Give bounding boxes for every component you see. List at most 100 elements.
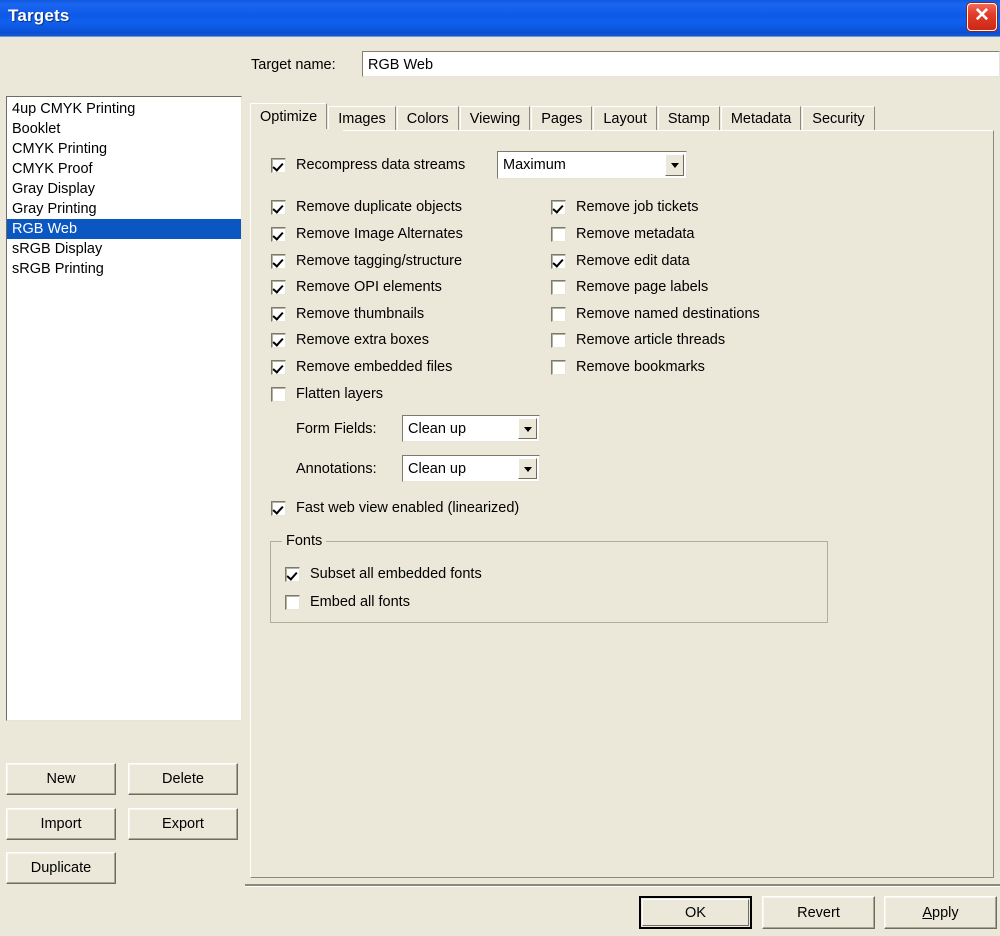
tab-layout[interactable]: Layout	[593, 106, 657, 132]
checkbox-icon[interactable]	[271, 253, 286, 269]
duplicate-button[interactable]: Duplicate	[6, 852, 116, 884]
checkbox-label: Flatten layers	[296, 386, 384, 402]
chevron-down-icon[interactable]	[518, 458, 537, 479]
checkbox-icon[interactable]	[551, 332, 566, 348]
checkbox-label: Subset all embedded fonts	[310, 566, 482, 582]
annotations-label: Annotations:	[296, 461, 377, 477]
checkbox-remove-edit-data[interactable]: Remove edit data	[551, 253, 690, 269]
checkbox-icon[interactable]	[271, 386, 286, 402]
recompress-level-value: Maximum	[503, 157, 566, 173]
checkbox-flatten-layers[interactable]: Flatten layers	[271, 386, 383, 402]
title-bar: Targets ✕	[0, 0, 1000, 37]
ok-button[interactable]: OK	[639, 896, 752, 929]
import-button[interactable]: Import	[6, 808, 116, 840]
checkbox-icon[interactable]	[551, 359, 566, 375]
close-button[interactable]: ✕	[967, 3, 997, 31]
checkbox-label: Remove named destinations	[576, 306, 760, 322]
checkbox-remove-opi-elements[interactable]: Remove OPI elements	[271, 279, 442, 295]
checkbox-label: Remove extra boxes	[296, 332, 429, 348]
checkbox-remove-article-threads[interactable]: Remove article threads	[551, 332, 725, 348]
revert-button[interactable]: Revert	[762, 896, 875, 929]
checkbox-icon[interactable]	[551, 279, 566, 295]
checkbox-remove-named-destinations[interactable]: Remove named destinations	[551, 306, 760, 322]
tab-strip: Optimize Images Colors Viewing Pages Lay…	[250, 103, 876, 132]
checkbox-icon[interactable]	[271, 306, 286, 322]
checkbox-remove-page-labels[interactable]: Remove page labels	[551, 279, 708, 295]
targets-dialog: Targets ✕ Target name: 4up CMYK Printing…	[0, 0, 1000, 936]
tab-metadata[interactable]: Metadata	[720, 106, 802, 132]
footer-separator	[245, 884, 1000, 887]
checkbox-label: Remove page labels	[576, 279, 709, 295]
checkbox-label: Embed all fonts	[310, 594, 410, 610]
tab-stamp[interactable]: Stamp	[657, 106, 720, 132]
export-button[interactable]: Export	[128, 808, 238, 840]
chevron-down-icon[interactable]	[665, 154, 684, 176]
checkbox-icon[interactable]	[271, 500, 286, 516]
tab-security[interactable]: Security	[802, 106, 875, 132]
checkbox-fast-web-view[interactable]: Fast web view enabled (linearized)	[271, 500, 519, 516]
form-fields-label: Form Fields:	[296, 421, 377, 437]
checkbox-label: Remove duplicate objects	[296, 199, 463, 215]
checkbox-recompress-data-streams[interactable]: Recompress data streams	[271, 157, 465, 173]
chevron-down-icon[interactable]	[518, 418, 537, 439]
checkbox-icon[interactable]	[285, 566, 300, 582]
form-fields-combo[interactable]: Clean up	[402, 415, 540, 442]
checkbox-icon[interactable]	[271, 332, 286, 348]
list-item[interactable]: CMYK Proof	[7, 159, 241, 179]
checkbox-label: Remove OPI elements	[296, 279, 442, 295]
checkbox-label: Remove edit data	[576, 253, 690, 269]
checkbox-remove-duplicate-objects[interactable]: Remove duplicate objects	[271, 199, 462, 215]
checkbox-label: Remove embedded files	[296, 359, 453, 375]
apply-button[interactable]: Apply	[884, 896, 997, 929]
target-name-input[interactable]	[362, 51, 1000, 77]
tab-optimize[interactable]: Optimize	[250, 103, 328, 132]
list-item[interactable]: Gray Display	[7, 179, 241, 199]
checkbox-remove-metadata[interactable]: Remove metadata	[551, 226, 694, 242]
list-item[interactable]: sRGB Display	[7, 239, 241, 259]
list-item[interactable]: sRGB Printing	[7, 259, 241, 279]
checkbox-icon[interactable]	[285, 594, 300, 610]
form-fields-value: Clean up	[408, 420, 467, 437]
apply-mnemonic: A	[922, 904, 933, 921]
checkbox-icon[interactable]	[271, 199, 286, 215]
target-name-label: Target name:	[251, 57, 336, 73]
checkbox-icon[interactable]	[551, 253, 566, 269]
tab-viewing[interactable]: Viewing	[459, 106, 531, 132]
checkbox-icon[interactable]	[271, 226, 286, 242]
target-list[interactable]: 4up CMYK Printing Booklet CMYK Printing …	[6, 96, 242, 721]
checkbox-remove-thumbnails[interactable]: Remove thumbnails	[271, 306, 424, 322]
list-item[interactable]: 4up CMYK Printing	[7, 99, 241, 119]
checkbox-subset-all-embedded-fonts[interactable]: Subset all embedded fonts	[285, 566, 482, 582]
checkbox-icon[interactable]	[551, 199, 566, 215]
checkbox-remove-extra-boxes[interactable]: Remove extra boxes	[271, 332, 429, 348]
checkbox-remove-image-alternates[interactable]: Remove Image Alternates	[271, 226, 463, 242]
checkbox-icon[interactable]	[551, 226, 566, 242]
list-item[interactable]: Gray Printing	[7, 199, 241, 219]
list-item[interactable]: CMYK Printing	[7, 139, 241, 159]
delete-button[interactable]: Delete	[128, 763, 238, 795]
list-item-selected[interactable]: RGB Web	[7, 219, 241, 239]
apply-label-rest: pply	[932, 904, 959, 921]
checkbox-icon[interactable]	[271, 359, 286, 375]
checkbox-remove-embedded-files[interactable]: Remove embedded files	[271, 359, 452, 375]
checkbox-icon[interactable]	[551, 306, 566, 322]
checkbox-label: Remove tagging/structure	[296, 253, 463, 269]
checkbox-remove-job-tickets[interactable]: Remove job tickets	[551, 199, 699, 215]
checkbox-label: Remove job tickets	[576, 199, 699, 215]
checkbox-icon[interactable]	[271, 157, 286, 173]
checkbox-remove-tagging-structure[interactable]: Remove tagging/structure	[271, 253, 462, 269]
annotations-value: Clean up	[408, 460, 467, 477]
window-title: Targets	[8, 6, 70, 25]
checkbox-icon[interactable]	[271, 279, 286, 295]
checkbox-remove-bookmarks[interactable]: Remove bookmarks	[551, 359, 705, 375]
ok-button-label: OK	[642, 899, 749, 926]
new-button[interactable]: New	[6, 763, 116, 795]
checkbox-label: Recompress data streams	[296, 157, 466, 173]
annotations-combo[interactable]: Clean up	[402, 455, 540, 482]
tab-pages[interactable]: Pages	[531, 106, 593, 132]
checkbox-embed-all-fonts[interactable]: Embed all fonts	[285, 594, 410, 610]
list-item[interactable]: Booklet	[7, 119, 241, 139]
tab-colors[interactable]: Colors	[396, 106, 459, 132]
recompress-level-combo[interactable]: Maximum	[497, 151, 687, 179]
checkbox-label: Remove bookmarks	[576, 359, 705, 375]
